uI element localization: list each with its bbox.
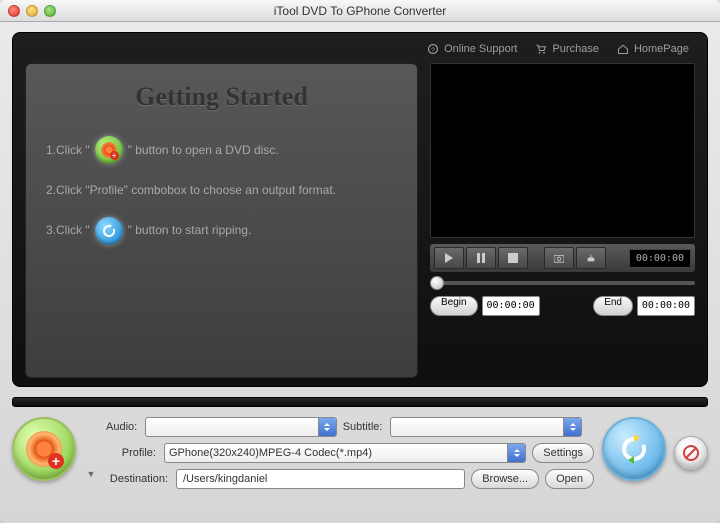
open-dvd-inline-icon: + [95, 136, 123, 164]
content-row: Getting Started 1.Click " + " button to … [25, 63, 695, 378]
open-dvd-button[interactable]: + [12, 417, 76, 481]
disclosure-toggle[interactable]: ▼ [84, 467, 98, 481]
subtitle-label: Subtitle: [343, 421, 385, 433]
seek-slider-row [430, 276, 695, 290]
plus-icon: + [48, 453, 64, 469]
purchase-link[interactable]: Purchase [535, 43, 598, 55]
homepage-label: HomePage [634, 43, 689, 55]
open-folder-button[interactable]: Open [545, 469, 594, 489]
seek-thumb[interactable] [430, 276, 444, 290]
dvd-disc-icon: + [26, 431, 62, 467]
homepage-link[interactable]: HomePage [617, 43, 689, 55]
cancel-button[interactable] [674, 436, 708, 470]
seek-slider[interactable] [430, 281, 695, 285]
browse-button[interactable]: Browse... [471, 469, 539, 489]
destination-label: Destination: [106, 473, 170, 485]
top-links-bar: ? Online Support Purchase HomePage [25, 43, 695, 63]
cancel-icon [682, 444, 700, 462]
online-support-link[interactable]: ? Online Support [427, 43, 517, 55]
profile-label: Profile: [106, 447, 158, 459]
trim-begin-button[interactable]: Begin [430, 296, 478, 316]
audio-label: Audio: [106, 421, 139, 433]
start-rip-button[interactable] [602, 417, 666, 481]
step-3: 3.Click " " button to start ripping. [46, 217, 397, 245]
purchase-label: Purchase [552, 43, 598, 55]
subtitle-combo[interactable] [390, 417, 582, 437]
audio-combo[interactable] [145, 417, 337, 437]
bottom-bar: + ▼ Audio: Subtitle: Profile: GPhone(320… [12, 417, 708, 489]
app-window: iTool DVD To GPhone Converter ? Online S… [0, 0, 720, 523]
player-time: 00:00:00 [629, 249, 691, 268]
pause-button[interactable] [466, 247, 496, 269]
support-icon: ? [427, 43, 439, 55]
trim-end-button[interactable]: End [593, 296, 633, 316]
play-button[interactable] [434, 247, 464, 269]
trim-end-time: 00:00:00 [637, 296, 695, 316]
start-rip-inline-icon [95, 217, 123, 245]
video-preview [430, 63, 695, 238]
step-2: 2.Click "Profile" combobox to choose an … [46, 182, 397, 199]
dropdown-arrow-icon [318, 418, 336, 436]
main-panel: ? Online Support Purchase HomePage Getti… [12, 32, 708, 387]
destination-field[interactable]: /Users/kingdaniel [176, 469, 465, 489]
dropdown-arrow-icon [563, 418, 581, 436]
getting-started-panel: Getting Started 1.Click " + " button to … [25, 63, 418, 378]
snapshot-button[interactable] [544, 247, 574, 269]
settings-fields: Audio: Subtitle: Profile: GPhone(320x240… [106, 417, 594, 489]
settings-button[interactable]: Settings [532, 443, 594, 463]
divider-bar [12, 397, 708, 407]
home-icon [617, 43, 629, 55]
stop-button[interactable] [498, 247, 528, 269]
cart-icon [535, 43, 547, 55]
online-support-label: Online Support [444, 43, 517, 55]
getting-started-heading: Getting Started [46, 82, 397, 112]
preview-column: 00:00:00 Begin 00:00:00 End 00:00:00 [430, 63, 695, 378]
window-title: iTool DVD To GPhone Converter [0, 4, 720, 18]
trim-begin-time: 00:00:00 [482, 296, 540, 316]
titlebar: iTool DVD To GPhone Converter [0, 0, 720, 22]
player-controls: 00:00:00 [430, 244, 695, 272]
dropdown-arrow-icon [507, 444, 525, 462]
trim-row: Begin 00:00:00 End 00:00:00 [430, 296, 695, 316]
profile-combo[interactable]: GPhone(320x240)MPEG-4 Codec(*.mp4) [164, 443, 526, 463]
svg-text:?: ? [431, 47, 435, 54]
refresh-icon [616, 431, 652, 467]
folder-button[interactable] [576, 247, 606, 269]
step-1: 1.Click " + " button to open a DVD disc. [46, 136, 397, 164]
